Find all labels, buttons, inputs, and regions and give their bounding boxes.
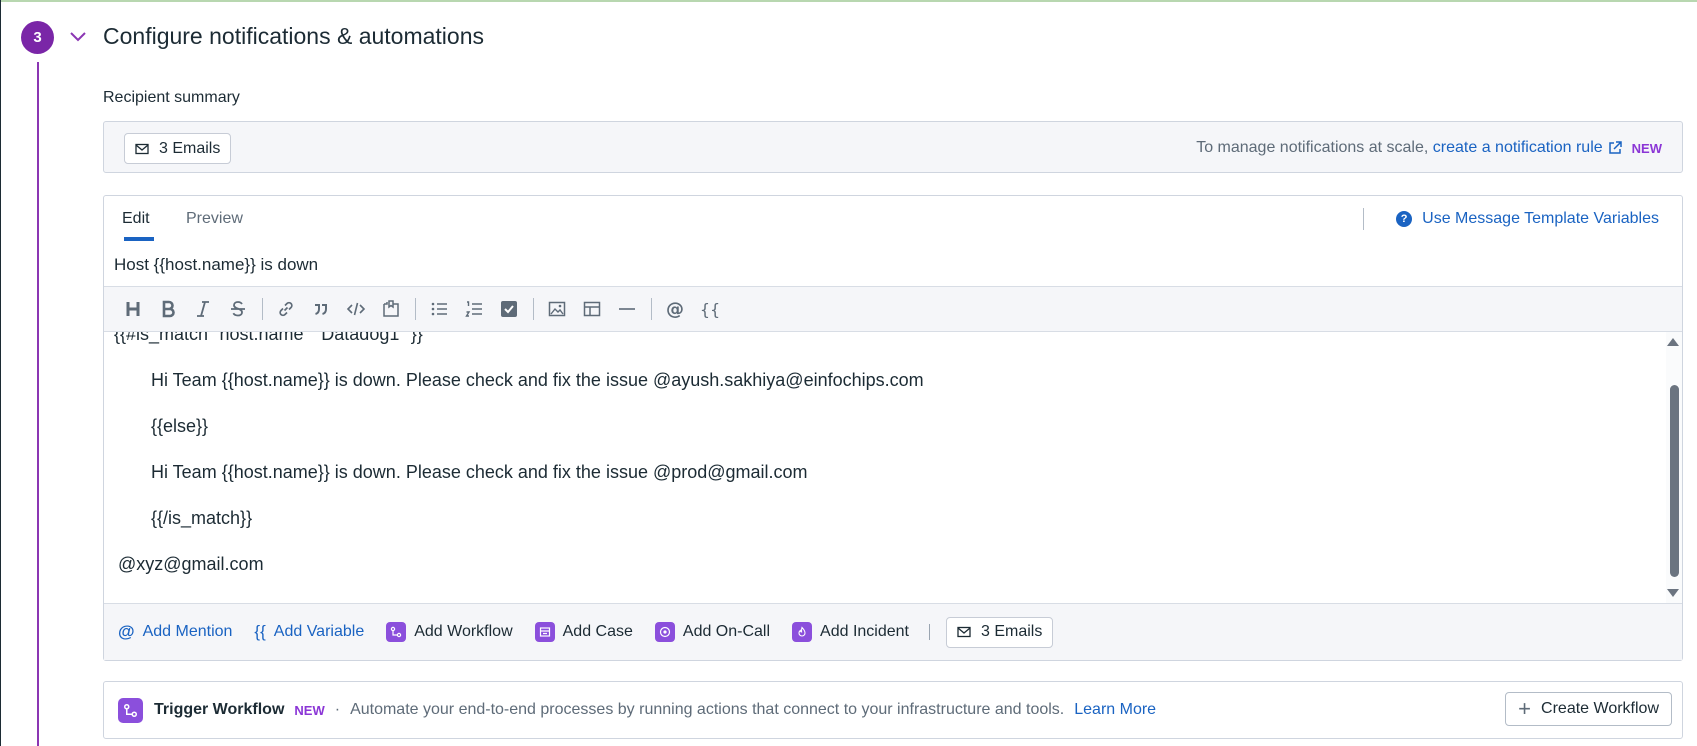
- action-divider: [929, 624, 930, 640]
- step-rail: [37, 62, 39, 746]
- toolbar-divider: [415, 298, 416, 320]
- numbered-list-icon[interactable]: [459, 294, 489, 324]
- italic-icon[interactable]: [188, 294, 218, 324]
- separator-dot: ·: [334, 701, 341, 718]
- scale-note-text: To manage notifications at scale,: [1196, 139, 1429, 156]
- add-mention-label: Add Mention: [142, 623, 233, 640]
- envelope-icon: [135, 143, 149, 154]
- add-case-label: Add Case: [562, 623, 633, 640]
- message-body-textarea[interactable]: {{#is_match "host.name" "Datadog1" }} Hi…: [104, 332, 1682, 603]
- braces-icon: {{: [254, 622, 266, 641]
- body-line: {{else}}: [151, 416, 209, 436]
- emails-chip-label: 3 Emails: [981, 623, 1043, 640]
- body-line: {{#is_match "host.name" "Datadog1" }}: [114, 332, 423, 344]
- external-link-icon[interactable]: [1608, 141, 1622, 155]
- body-line: Hi Team {{host.name}} is down. Please ch…: [151, 462, 808, 482]
- add-incident-label: Add Incident: [820, 623, 909, 640]
- horizontal-rule-icon[interactable]: [612, 294, 642, 324]
- left-edge: [0, 0, 1, 746]
- image-icon[interactable]: [542, 294, 572, 324]
- incident-icon: [792, 622, 813, 642]
- tab-preview[interactable]: Preview: [186, 210, 243, 228]
- create-workflow-label: Create Workflow: [1541, 700, 1659, 717]
- link-icon[interactable]: [271, 294, 301, 324]
- add-oncall-label: Add On-Call: [682, 623, 771, 640]
- section-title[interactable]: Configure notifications & automations: [103, 23, 484, 50]
- code-icon[interactable]: [341, 294, 371, 324]
- add-case-button[interactable]: Add Case: [534, 622, 633, 642]
- top-divider: [0, 0, 1697, 2]
- help-icon: ?: [1396, 211, 1413, 227]
- checkbox-icon[interactable]: [494, 294, 524, 324]
- envelope-icon: [957, 626, 971, 638]
- code-block-icon[interactable]: [376, 294, 406, 324]
- mention-icon[interactable]: @: [660, 294, 690, 324]
- plus-icon: +: [1518, 696, 1532, 721]
- scroll-down-arrow-icon[interactable]: [1667, 589, 1679, 597]
- create-notification-rule-link[interactable]: create a notification rule: [1433, 139, 1603, 157]
- body-line: Hi Team {{host.name}} is down. Please ch…: [151, 370, 924, 390]
- bullet-list-icon[interactable]: [424, 294, 454, 324]
- at-icon: @: [118, 622, 135, 641]
- create-workflow-button[interactable]: + Create Workflow: [1505, 692, 1672, 726]
- body-line: {{/is_match}}: [151, 508, 253, 528]
- trigger-workflow-description: Automate your end-to-end processes by ru…: [350, 701, 1065, 718]
- add-variable-label: Add Variable: [273, 623, 365, 640]
- oncall-icon: [654, 622, 675, 642]
- recipient-summary-label: Recipient summary: [103, 89, 240, 106]
- active-tab-indicator: [124, 237, 154, 241]
- workflow-icon: [386, 622, 407, 642]
- recipient-summary-box: 3 Emails To manage notifications at scal…: [103, 121, 1683, 173]
- editor-scrollbar[interactable]: [1666, 332, 1682, 603]
- step-number-badge: 3: [21, 21, 54, 54]
- new-badge: NEW: [1631, 140, 1662, 156]
- variable-icon[interactable]: {{: [695, 294, 725, 324]
- template-variables-label: Use Message Template Variables: [1422, 210, 1659, 227]
- emails-chip-label: 3 Emails: [159, 139, 221, 157]
- add-incident-button[interactable]: Add Incident: [792, 622, 909, 642]
- template-variables-link[interactable]: ? Use Message Template Variables: [1396, 210, 1659, 228]
- trigger-workflow-title: Trigger Workflow: [154, 701, 285, 718]
- tab-edit[interactable]: Edit: [122, 210, 150, 228]
- table-icon[interactable]: [577, 294, 607, 324]
- add-workflow-label: Add Workflow: [414, 623, 513, 640]
- notification-rule-note: To manage notifications at scale, create…: [1196, 139, 1662, 157]
- toolbar-divider: [651, 298, 652, 320]
- case-icon: [534, 622, 555, 642]
- message-title-input[interactable]: [104, 243, 1682, 287]
- add-oncall-button[interactable]: Add On-Call: [654, 622, 771, 642]
- workflow-icon: [118, 697, 143, 723]
- add-variable-button[interactable]: {{ Add Variable: [254, 622, 364, 642]
- strikethrough-icon[interactable]: [223, 294, 253, 324]
- learn-more-link[interactable]: Learn More: [1074, 701, 1156, 719]
- bold-icon[interactable]: [153, 294, 183, 324]
- body-line: @xyz@gmail.com: [118, 554, 264, 574]
- formatting-toolbar: @ {{: [104, 287, 1682, 332]
- emails-chip[interactable]: 3 Emails: [946, 616, 1054, 648]
- tabs-divider: [1363, 208, 1364, 230]
- trigger-workflow-banner: Trigger Workflow NEW · Automate your end…: [103, 681, 1683, 739]
- new-badge: NEW: [294, 702, 325, 718]
- scrollbar-thumb[interactable]: [1670, 385, 1679, 577]
- scroll-up-arrow-icon[interactable]: [1667, 338, 1679, 346]
- quote-icon[interactable]: [306, 294, 336, 324]
- heading-icon[interactable]: [118, 294, 148, 324]
- editor-tabs: Edit Preview ? Use Message Template Vari…: [104, 196, 1682, 244]
- add-workflow-button[interactable]: Add Workflow: [386, 622, 513, 642]
- emails-chip[interactable]: 3 Emails: [124, 133, 232, 164]
- editor-action-bar: @ Add Mention {{ Add Variable Add Workfl…: [104, 603, 1682, 660]
- add-mention-button[interactable]: @ Add Mention: [118, 622, 232, 642]
- chevron-down-icon[interactable]: [68, 29, 88, 45]
- message-editor: Edit Preview ? Use Message Template Vari…: [103, 195, 1683, 661]
- toolbar-divider: [262, 298, 263, 320]
- toolbar-divider: [533, 298, 534, 320]
